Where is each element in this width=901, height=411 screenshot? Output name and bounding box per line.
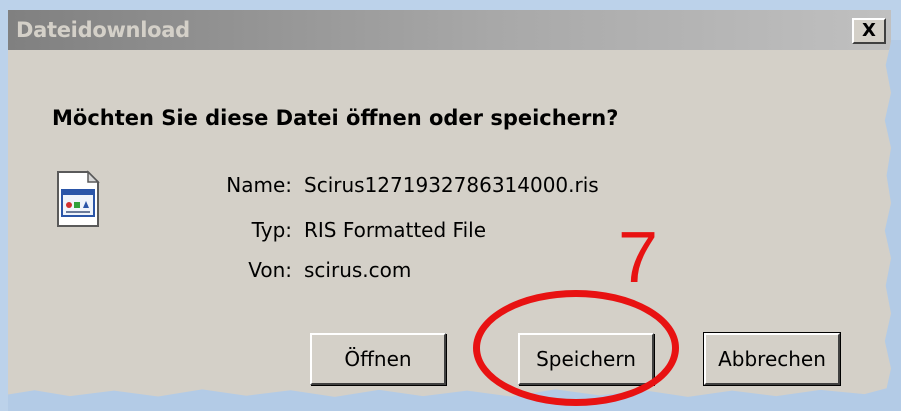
type-value: RIS Formatted File: [304, 218, 486, 242]
source-value: scirus.com: [304, 258, 412, 282]
cancel-button[interactable]: Abbrechen: [703, 332, 841, 386]
name-value: Scirus1271932786314000.ris: [304, 173, 599, 197]
close-icon: X: [862, 20, 876, 41]
type-label: Typ:: [251, 218, 292, 242]
file-download-dialog: Dateidownload X Möchten Sie diese Datei …: [8, 10, 891, 397]
close-button[interactable]: X: [852, 18, 886, 44]
source-label: Von:: [248, 258, 292, 282]
dialog-title: Dateidownload: [16, 18, 190, 42]
annotation-step-number: 7: [618, 218, 659, 298]
download-question: Möchten Sie diese Datei öffnen oder spei…: [52, 106, 619, 130]
desktop-background-left: [0, 40, 8, 411]
title-bar[interactable]: Dateidownload X: [8, 10, 891, 50]
name-label: Name:: [226, 173, 292, 197]
open-button[interactable]: Öffnen: [310, 333, 446, 385]
annotation-circle: [473, 290, 679, 406]
